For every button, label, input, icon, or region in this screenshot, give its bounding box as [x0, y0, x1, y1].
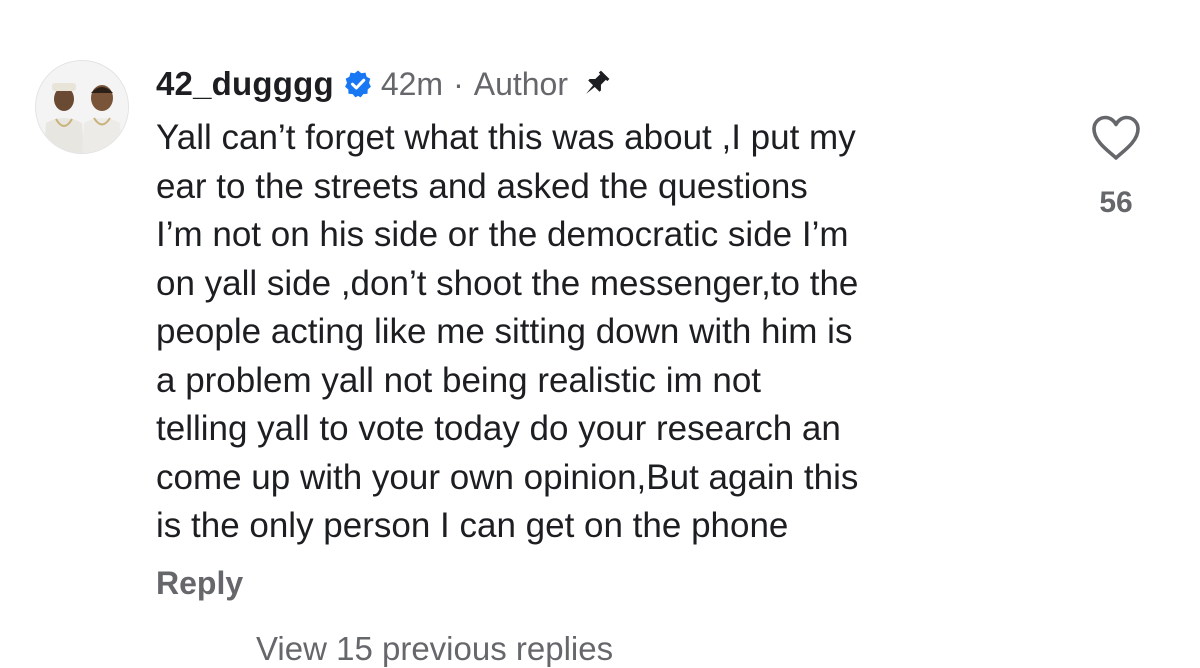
pin-icon — [580, 68, 612, 100]
comment: 42_dugggg 42m · Author Yall can’t forget… — [0, 0, 1200, 667]
comment-header: 42_dugggg 42m · Author — [156, 62, 612, 106]
comment-text: Yall can’t forget what this was about ,I… — [156, 118, 859, 545]
avatar-image — [36, 61, 128, 153]
author-label: Author — [473, 65, 568, 102]
view-previous-replies-button[interactable]: View 15 previous replies — [156, 630, 613, 668]
separator-dot: · — [453, 65, 464, 102]
like-column: 56 — [1088, 114, 1144, 220]
verified-badge-icon — [343, 69, 373, 99]
timestamp: 42m — [380, 65, 444, 102]
avatar[interactable] — [35, 60, 129, 154]
reply-button[interactable]: Reply — [156, 565, 243, 602]
like-count: 56 — [1099, 186, 1133, 219]
username-link[interactable]: 42_dugggg — [156, 65, 334, 103]
heart-outline-icon[interactable] — [1090, 114, 1142, 162]
